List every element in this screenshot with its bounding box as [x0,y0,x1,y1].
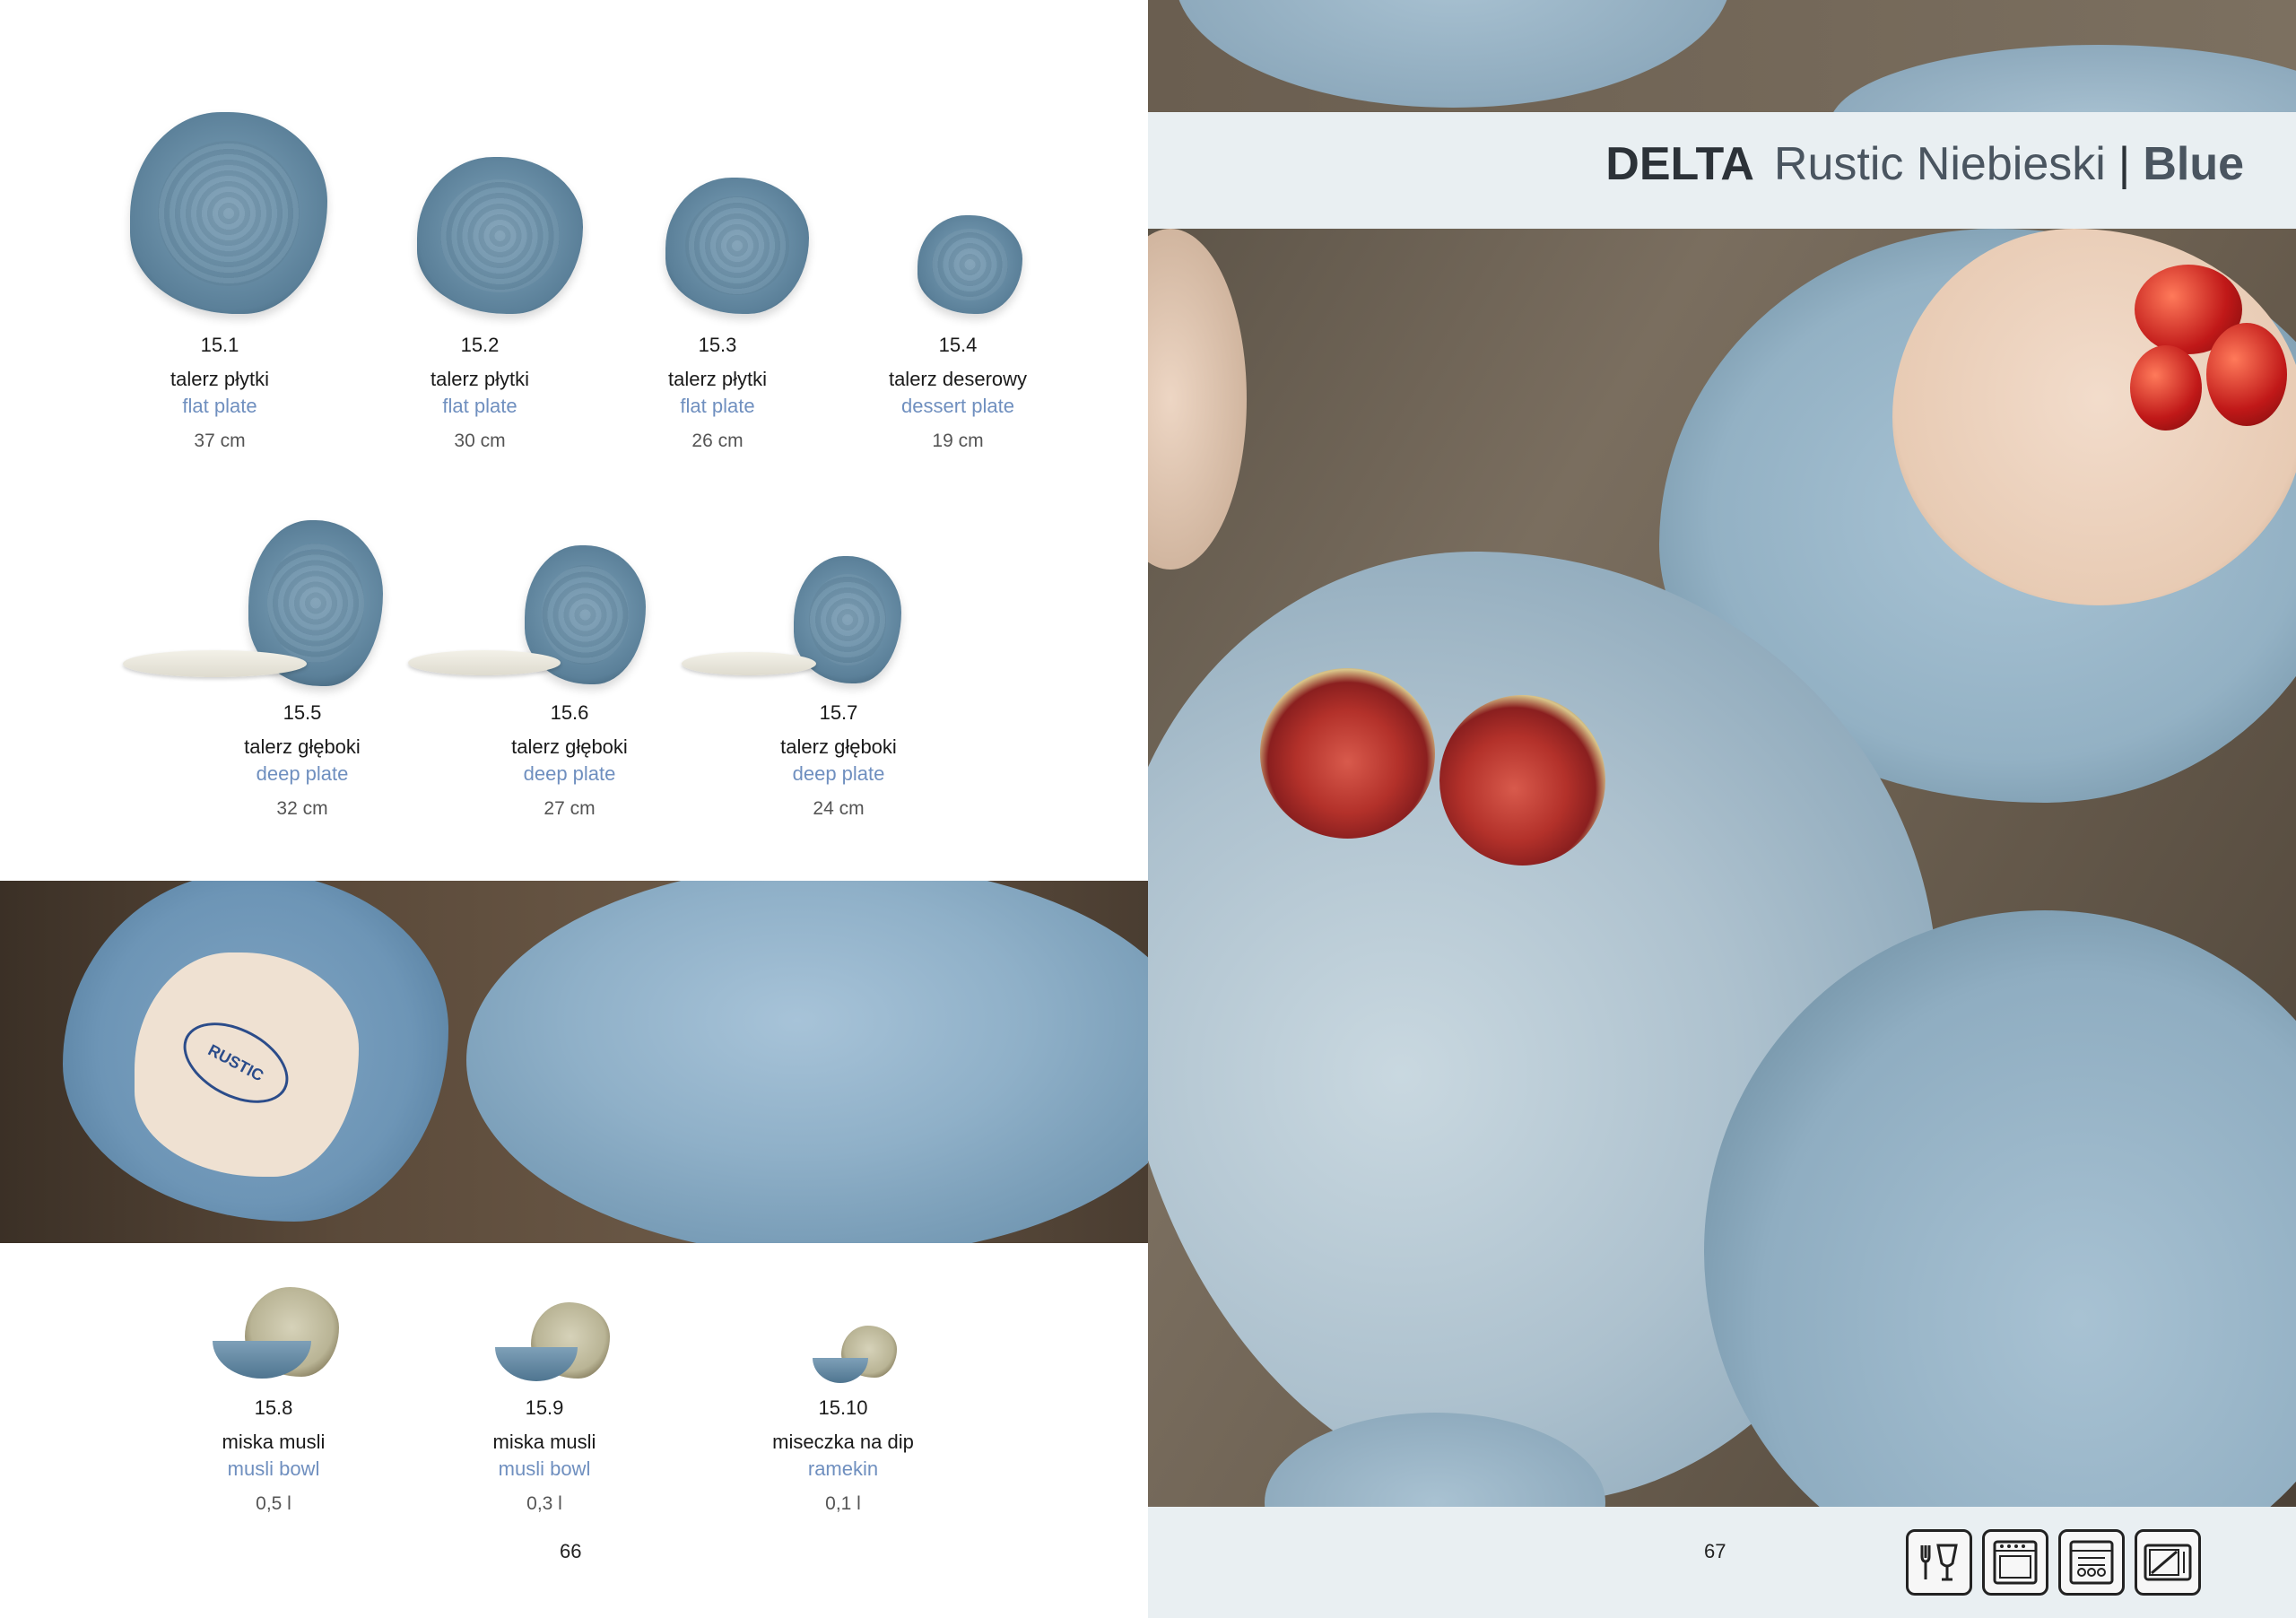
tomato [2130,345,2202,431]
product-name-en: deep plate [792,762,885,785]
product-name-pl: talerz płytki [170,368,270,390]
product-15-9: 15.9 miska musli musli bowl 0,3 l [428,1283,661,1515]
plate-side-view [682,652,816,675]
plate-in-photo [1830,45,2296,112]
lifestyle-photo-figs-tomatoes [1148,229,2296,1507]
product-name-pl: talerz głęboki [244,735,361,758]
left-page: 15.1 talerz płytki flat plate 37 cm 15.2… [0,0,1148,1618]
title-bar: DELTA Rustic Niebieski | Blue [1148,112,2296,229]
product-code: 15.3 [698,334,737,356]
product-size: 24 cm [813,798,865,819]
product-name-pl: miseczka na dip [772,1431,914,1453]
plate-image [130,112,327,314]
product-name-pl: talerz głęboki [780,735,897,758]
product-size: 30 cm [454,431,506,451]
product-name-en: ramekin [807,1457,879,1480]
left-edge-bowl [1148,229,1247,570]
product-15-2: 15.2 talerz płytki flat plate 30 cm [363,108,596,452]
product-15-8: 15.8 miska musli musli bowl 0,5 l [157,1283,390,1515]
product-15-1: 15.1 talerz płytki flat plate 37 cm [103,108,336,452]
product-name-en: flat plate [442,395,517,417]
product-15-5: 15.5 talerz głęboki deep plate 32 cm [123,511,419,820]
bowl-foot: RUSTIC [135,953,359,1177]
product-15-3: 15.3 talerz płytki flat plate 26 cm [601,108,834,452]
page-number: 67 [1704,1540,1726,1562]
product-15-7: 15.7 talerz głęboki deep plate 24 cm [682,511,955,820]
right-page: DELTA Rustic Niebieski | Blue 67 [1148,0,2296,1618]
kava-rustic-logo: RUSTIC [170,1005,302,1120]
product-size: 0,1 l [825,1493,861,1514]
plate-image [665,178,809,314]
product-size: 27 cm [544,798,596,819]
top-photo-strip [1148,0,2296,112]
bowl-side-view [813,1358,868,1383]
plate-side-view [408,650,561,675]
page-number: 66 [560,1540,582,1562]
page-title: DELTA Rustic Niebieski | Blue [1605,137,2244,191]
product-name-en: deep plate [256,762,349,785]
product-code: 15.5 [283,701,322,724]
product-code: 15.1 [200,334,239,356]
product-code: 15.10 [818,1396,868,1419]
product-15-10: 15.10 miseczka na dip ramekin 0,1 l [726,1283,960,1515]
product-name-en: flat plate [182,395,257,417]
product-name-pl: talerz głęboki [511,735,628,758]
dishwasher-icon [2058,1529,2125,1596]
plate-in-photo [1175,0,1731,108]
microwave-safe-icon [2135,1529,2201,1596]
title-separator: | [2118,138,2131,190]
oven-safe-icon [1982,1529,2048,1596]
product-name-pl: miska musli [222,1431,326,1453]
large-plate-in-photo [466,881,1148,1243]
product-code: 15.6 [550,701,589,724]
fig-half [1260,668,1435,839]
product-size: 37 cm [194,431,246,451]
product-name-en: musli bowl [227,1457,320,1480]
product-code: 15.9 [525,1396,564,1419]
product-name-pl: talerz płytki [667,368,768,390]
product-name-pl: talerz płytki [430,368,530,390]
title-color-en: Blue [2143,138,2244,190]
product-code: 15.4 [938,334,978,356]
product-15-4: 15.4 talerz deserowy dessert plate 19 cm [841,108,1074,452]
title-line-name: DELTA [1605,138,1754,190]
product-code: 15.7 [819,701,858,724]
tomato [2206,323,2287,426]
product-code: 15.8 [254,1396,293,1419]
product-code: 15.2 [460,334,500,356]
lifestyle-photo-bowl-underside: RUSTIC [0,881,1148,1243]
product-name-pl: talerz deserowy [888,368,1028,390]
product-name-en: musli bowl [498,1457,591,1480]
product-name-en: deep plate [523,762,616,785]
product-size: 0,3 l [526,1493,562,1514]
title-collection: Rustic Niebieski [1773,138,2106,190]
dishwasher-safe-icon [1906,1529,1972,1596]
plate-image [417,157,583,314]
fig-half [1439,695,1605,866]
product-name-pl: miska musli [492,1431,596,1453]
product-name-en: flat plate [680,395,755,417]
plate-side-view [123,650,307,677]
product-size: 0,5 l [256,1493,291,1514]
product-size: 19 cm [932,431,984,451]
product-name-en: dessert plate [901,395,1014,417]
product-size: 26 cm [691,431,744,451]
product-size: 32 cm [276,798,328,819]
plate-image [918,215,1022,314]
product-15-6: 15.6 talerz głęboki deep plate 27 cm [408,511,686,820]
